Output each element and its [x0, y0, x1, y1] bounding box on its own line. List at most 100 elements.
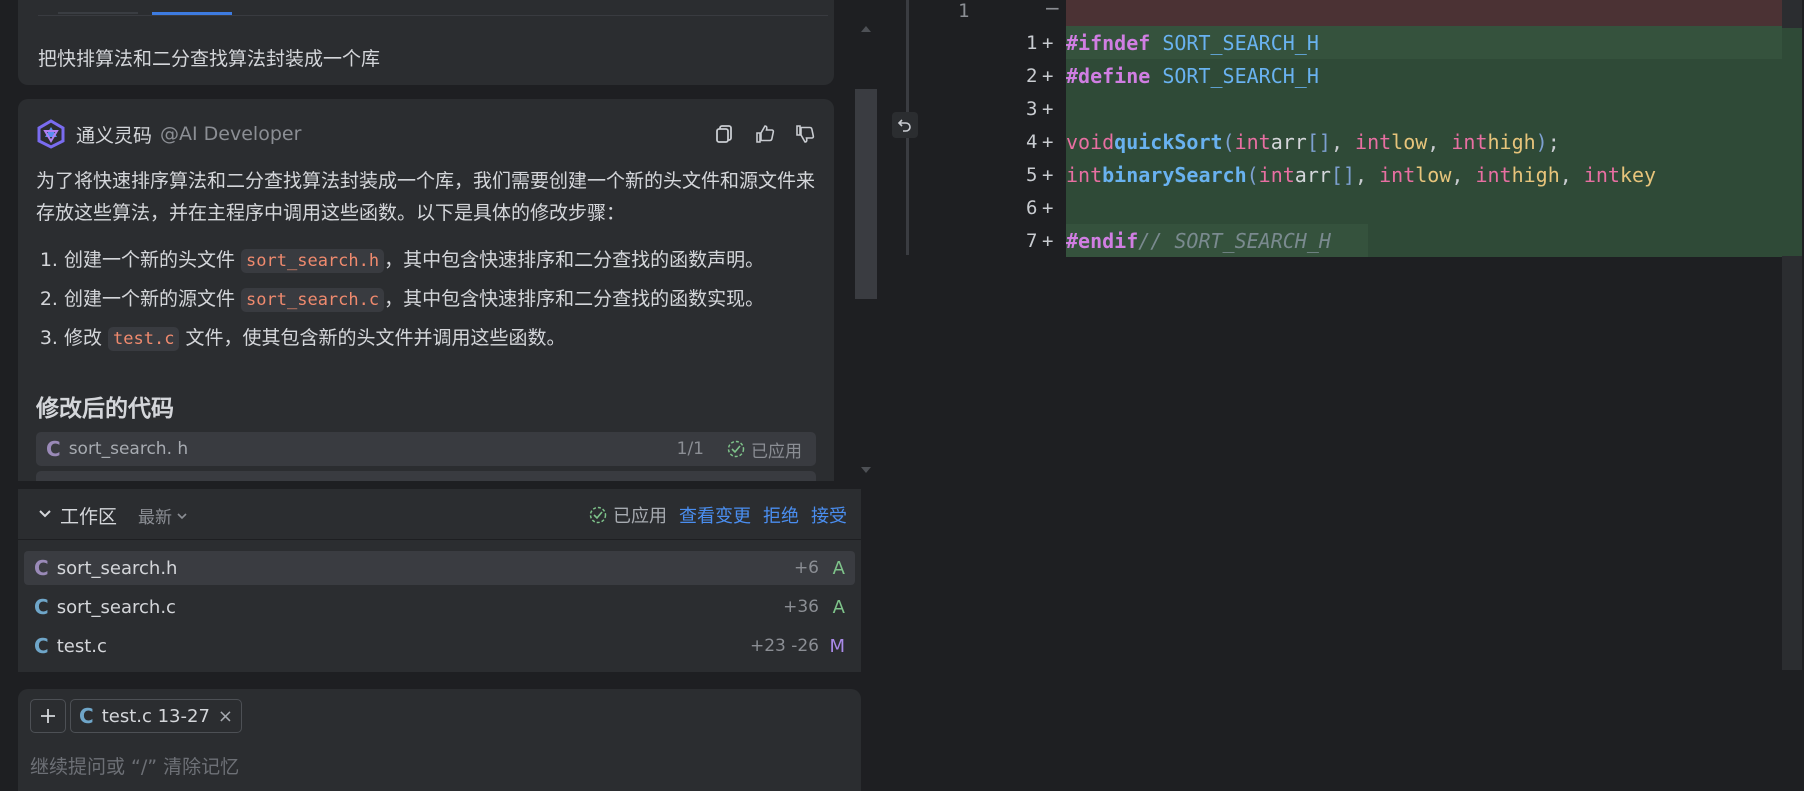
chat-input-field[interactable]: 继续提问或 “/” 清除记忆 [30, 752, 239, 779]
chat-input-area: C test.c 13-27 × 继续提问或 “/” 清除记忆 [18, 689, 861, 791]
scroll-down-icon[interactable] [861, 467, 871, 473]
added-marker: + [1042, 163, 1054, 186]
thumbs-up-icon[interactable] [752, 121, 778, 147]
context-chip-label: test.c 13-27 [101, 705, 210, 727]
section-title: 修改后的代码 [36, 396, 174, 422]
added-marker: + [1042, 130, 1054, 153]
inline-code: sort_search.c [241, 288, 385, 312]
close-icon[interactable]: × [218, 706, 233, 727]
view-changes-link[interactable]: 查看变更 [679, 502, 751, 528]
applied-label: 已应用 [613, 506, 667, 527]
code-line[interactable]: int binarySearch(int arr[], int low, int… [1066, 158, 1656, 191]
c-file-icon: C [34, 634, 49, 658]
code-line[interactable]: #endif // SORT_SEARCH_H [1066, 224, 1331, 257]
file-delta: +6 [793, 558, 819, 578]
tab-indicator-active[interactable] [152, 12, 232, 15]
c-file-icon: C [34, 556, 49, 580]
minus-icon: − [1044, 0, 1061, 20]
thumbs-down-icon[interactable] [792, 121, 818, 147]
file-state-badge: M [829, 635, 845, 657]
code-file-row[interactable]: C sort_search. h 1/1 已应用 [36, 432, 816, 466]
code-line[interactable]: void quickSort(int arr[], int low, int h… [1066, 125, 1560, 158]
card-tabstrip [38, 0, 828, 16]
sort-dropdown[interactable]: 最新 [138, 503, 188, 528]
workspace-file-name: test.c [56, 635, 107, 657]
step-text: 创建一个新的头文件 [64, 249, 242, 271]
applied-status: 已应用 [589, 502, 667, 528]
added-region-marker [1782, 28, 1802, 256]
workspace-file-item[interactable]: C test.c +23 -26 M [24, 629, 855, 663]
code-file-name: sort_search. h [68, 439, 189, 459]
step-text: ，其中包含快速排序和二分查找的函数声明。 [384, 249, 765, 271]
workspace-header: 工作区 最新 已应用 查看变更 拒绝 接受 [18, 489, 861, 540]
step-text: ，其中包含快速排序和二分查找的函数实现。 [384, 288, 765, 310]
tab-indicator-inactive[interactable] [58, 12, 138, 14]
code-file-row-partial[interactable] [36, 471, 816, 481]
sort-label: 最新 [138, 508, 172, 528]
line-number: 1 [1026, 31, 1038, 54]
applied-label: 已应用 [751, 441, 802, 462]
line-number: 4 [1026, 130, 1038, 153]
user-message-text: 把快排算法和二分查找算法封装成一个库 [38, 48, 381, 70]
accept-link[interactable]: 接受 [811, 502, 847, 528]
chevron-down-icon [177, 512, 187, 519]
workspace-file-name: sort_search.c [56, 596, 176, 618]
assistant-header: 通义灵码 @AI Developer [36, 117, 301, 151]
added-line-bg [1066, 92, 1783, 125]
file-state-badge: A [832, 557, 845, 579]
added-marker: + [1042, 97, 1054, 120]
line-number: 3 [1026, 97, 1038, 120]
assistant-intro: 为了将快速排序算法和二分查找算法封装成一个库，我们需要创建一个新的头文件和源文件… [36, 170, 816, 224]
workspace-file-item[interactable]: C sort_search.c +36 A [24, 590, 855, 624]
chat-scrollbar-thumb[interactable] [855, 89, 877, 299]
diff-editor: 1 − 1 2 3 4 5 6 7 + + + + + + + #ifndef … [878, 0, 1804, 791]
assistant-message-card: 通义灵码 @AI Developer 为了将快速排序算法和二分查找算法封装成一个… [18, 99, 834, 481]
file-state-badge: A [832, 596, 845, 618]
line-number: 5 [1026, 163, 1038, 186]
code-line[interactable]: #define SORT_SEARCH_H [1066, 59, 1319, 92]
workspace-panel: 工作区 最新 已应用 查看变更 拒绝 接受 C sort_search.h +6… [18, 489, 861, 672]
added-line-bg [1368, 224, 1783, 257]
added-marker: + [1042, 31, 1054, 54]
chevron-down-icon[interactable] [38, 507, 52, 521]
line-number: 7 [1026, 229, 1038, 252]
list-item: 创建一个新的头文件 sort_search.h，其中包含快速排序和二分查找的函数… [64, 241, 818, 280]
copy-icon[interactable] [712, 121, 738, 147]
assistant-name: 通义灵码 [76, 124, 153, 147]
reject-link[interactable]: 拒绝 [763, 502, 799, 528]
add-context-button[interactable] [30, 699, 66, 733]
c-file-icon: C [34, 595, 49, 619]
inline-code: sort_search.h [241, 249, 385, 273]
c-file-icon: C [79, 704, 94, 728]
code-line[interactable]: #ifndef SORT_SEARCH_H [1066, 26, 1319, 59]
assistant-handle: @AI Developer [160, 123, 302, 145]
workspace-file-name: sort_search.h [56, 557, 178, 579]
line-number: 6 [1026, 196, 1038, 219]
file-delta: +23 -26 [749, 636, 819, 656]
step-text: 修改 [64, 327, 109, 349]
added-marker: + [1042, 196, 1054, 219]
revert-icon[interactable] [892, 112, 918, 138]
user-message-card: 把快排算法和二分查找算法封装成一个库 [18, 0, 834, 85]
workspace-file-item[interactable]: C sort_search.h +6 A [24, 551, 855, 585]
added-line-bg [1066, 191, 1783, 224]
list-item: 修改 test.c 文件，使其包含新的头文件并调用这些函数。 [64, 319, 818, 358]
file-delta: +36 [783, 597, 819, 617]
message-actions [712, 121, 818, 147]
plus-icon [41, 709, 55, 723]
chat-panel: 把快排算法和二分查找算法封装成一个库 通义灵码 @AI Developer 为了… [0, 0, 878, 791]
line-number: 2 [1026, 64, 1038, 87]
scroll-up-icon[interactable] [861, 26, 871, 32]
removed-line [1066, 0, 1783, 26]
c-file-icon: C [46, 437, 61, 461]
editor-scrollbar[interactable] [1782, 0, 1802, 670]
steps-list: 创建一个新的头文件 sort_search.h，其中包含快速排序和二分查找的函数… [36, 241, 818, 358]
step-text: 创建一个新的源文件 [64, 288, 242, 310]
original-line-number: 1 [958, 0, 970, 22]
step-text: 文件，使其包含新的头文件并调用这些函数。 [179, 327, 566, 349]
context-chip[interactable]: C test.c 13-27 × [70, 699, 242, 733]
code-file-ratio: 1/1 [676, 439, 704, 459]
inline-code: test.c [108, 327, 180, 351]
workspace-title[interactable]: 工作区 [60, 502, 117, 529]
list-item: 创建一个新的源文件 sort_search.c，其中包含快速排序和二分查找的函数… [64, 280, 818, 319]
